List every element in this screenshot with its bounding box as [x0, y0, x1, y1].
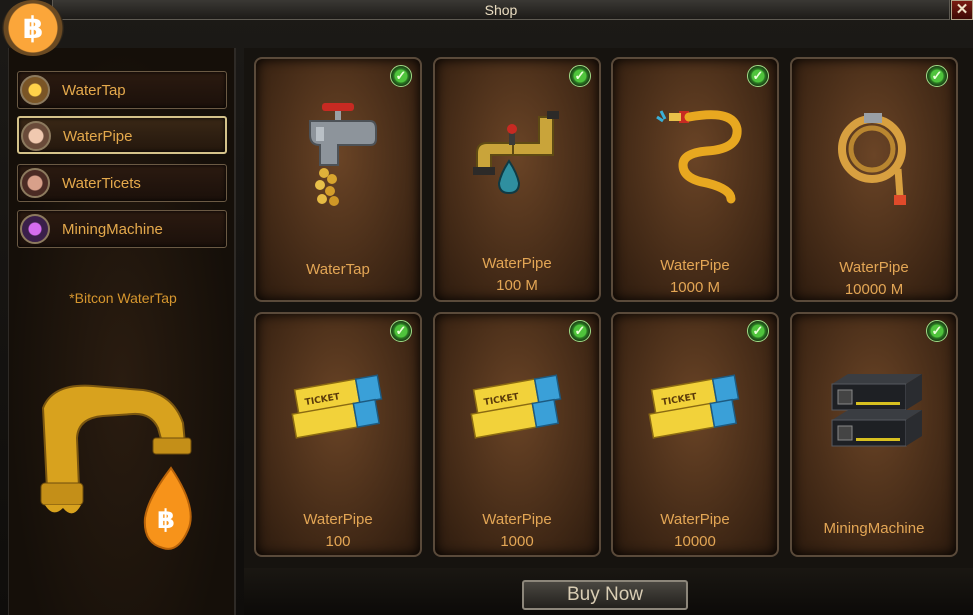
- sidebar-item-label: WaterTap: [62, 82, 126, 99]
- card-title: WaterPipe: [303, 511, 373, 528]
- product-card-waterpipe-100m[interactable]: ✓ WaterPipe 100 M: [433, 57, 601, 302]
- check-icon: ✓: [747, 320, 769, 342]
- bitcoin-logo-icon: ฿: [2, 0, 64, 56]
- window-title: Shop: [484, 2, 518, 18]
- mining-rig-icon: [831, 374, 922, 447]
- buy-now-button[interactable]: Buy Now: [522, 580, 688, 610]
- ticket-icon: TICKET: [648, 374, 740, 439]
- product-card-waterpipe-10000[interactable]: ✓ TICKET WaterPipe 10000: [611, 312, 779, 557]
- title-bar: Shop: [52, 0, 950, 20]
- card-title: WaterPipe: [660, 511, 730, 528]
- close-button[interactable]: ✕: [951, 0, 973, 20]
- card-amount: 1000 M: [669, 279, 721, 296]
- check-icon: ✓: [390, 65, 412, 87]
- card-title: WaterPipe: [660, 257, 730, 274]
- check-icon: ✓: [390, 320, 412, 342]
- card-title: WaterPipe: [482, 255, 552, 272]
- card-amount: 10000: [674, 533, 716, 550]
- product-card-waterpipe-1000m[interactable]: ✓ WaterPipe 1000 M: [611, 57, 779, 302]
- star-coin-icon: [20, 75, 50, 105]
- product-card-waterpipe-10000m[interactable]: ✓ WaterPipe 10000 M: [790, 57, 958, 302]
- card-title: MiningMachine: [823, 520, 925, 537]
- faucet-coins-icon: [309, 103, 377, 206]
- machine-orb-icon: [20, 214, 50, 244]
- card-title: WaterPipe: [482, 511, 552, 528]
- check-icon: ✓: [926, 65, 948, 87]
- product-card-waterpipe-1000[interactable]: ✓ TICKET WaterPipe 1000: [433, 312, 601, 557]
- pipe-valve-drop-icon: [473, 111, 559, 195]
- check-icon: ✓: [569, 320, 591, 342]
- product-card-miningmachine[interactable]: ✓ MiningMachine: [790, 312, 958, 557]
- card-title: WaterTap: [306, 261, 370, 278]
- sidebar-item-watertap[interactable]: WaterTap: [17, 71, 227, 109]
- category-sidebar: WaterTap WaterPipe WaterTicets MiningMac…: [8, 48, 236, 615]
- card-amount: 100 M: [496, 277, 538, 294]
- check-icon: ✓: [926, 320, 948, 342]
- card-amount: 10000 M: [844, 281, 904, 298]
- svg-text:฿: ฿: [157, 505, 175, 535]
- card-title: WaterPipe: [839, 259, 909, 276]
- sidebar-item-waterticets[interactable]: WaterTicets: [17, 164, 227, 202]
- golden-pipe-bitcoin-drop-icon: ฿: [40, 384, 192, 550]
- check-icon: ✓: [747, 65, 769, 87]
- hose-icon: [656, 110, 742, 204]
- product-grid: ✓ WaterTap ✓ WaterPipe 100 M ✓ WaterPipe…: [244, 48, 973, 568]
- sidebar-item-waterpipe[interactable]: WaterPipe: [17, 116, 227, 154]
- ticket-icon: TICKET: [291, 374, 383, 439]
- coiled-hose-icon: [838, 113, 906, 205]
- sidebar-item-miningmachine[interactable]: MiningMachine: [17, 210, 227, 248]
- pipe-avatar-icon: [21, 121, 51, 151]
- sidebar-item-label: WaterPipe: [63, 128, 133, 145]
- ticket-icon: TICKET: [470, 374, 562, 439]
- shop-window: Shop ✕ ฿ WaterTap WaterPipe WaterTicets …: [0, 0, 973, 615]
- product-card-waterpipe-100[interactable]: ✓ TICKET WaterPipe 100: [254, 312, 422, 557]
- sidebar-item-label: WaterTicets: [62, 175, 141, 192]
- sidebar-item-label: MiningMachine: [62, 221, 163, 238]
- item-caption: *Bitcon WaterTap: [69, 290, 177, 306]
- check-icon: ✓: [569, 65, 591, 87]
- ticket-avatar-icon: [20, 168, 50, 198]
- card-amount: 1000: [500, 533, 534, 550]
- product-card-watertap[interactable]: ✓ WaterTap: [254, 57, 422, 302]
- card-amount: 100: [325, 533, 351, 550]
